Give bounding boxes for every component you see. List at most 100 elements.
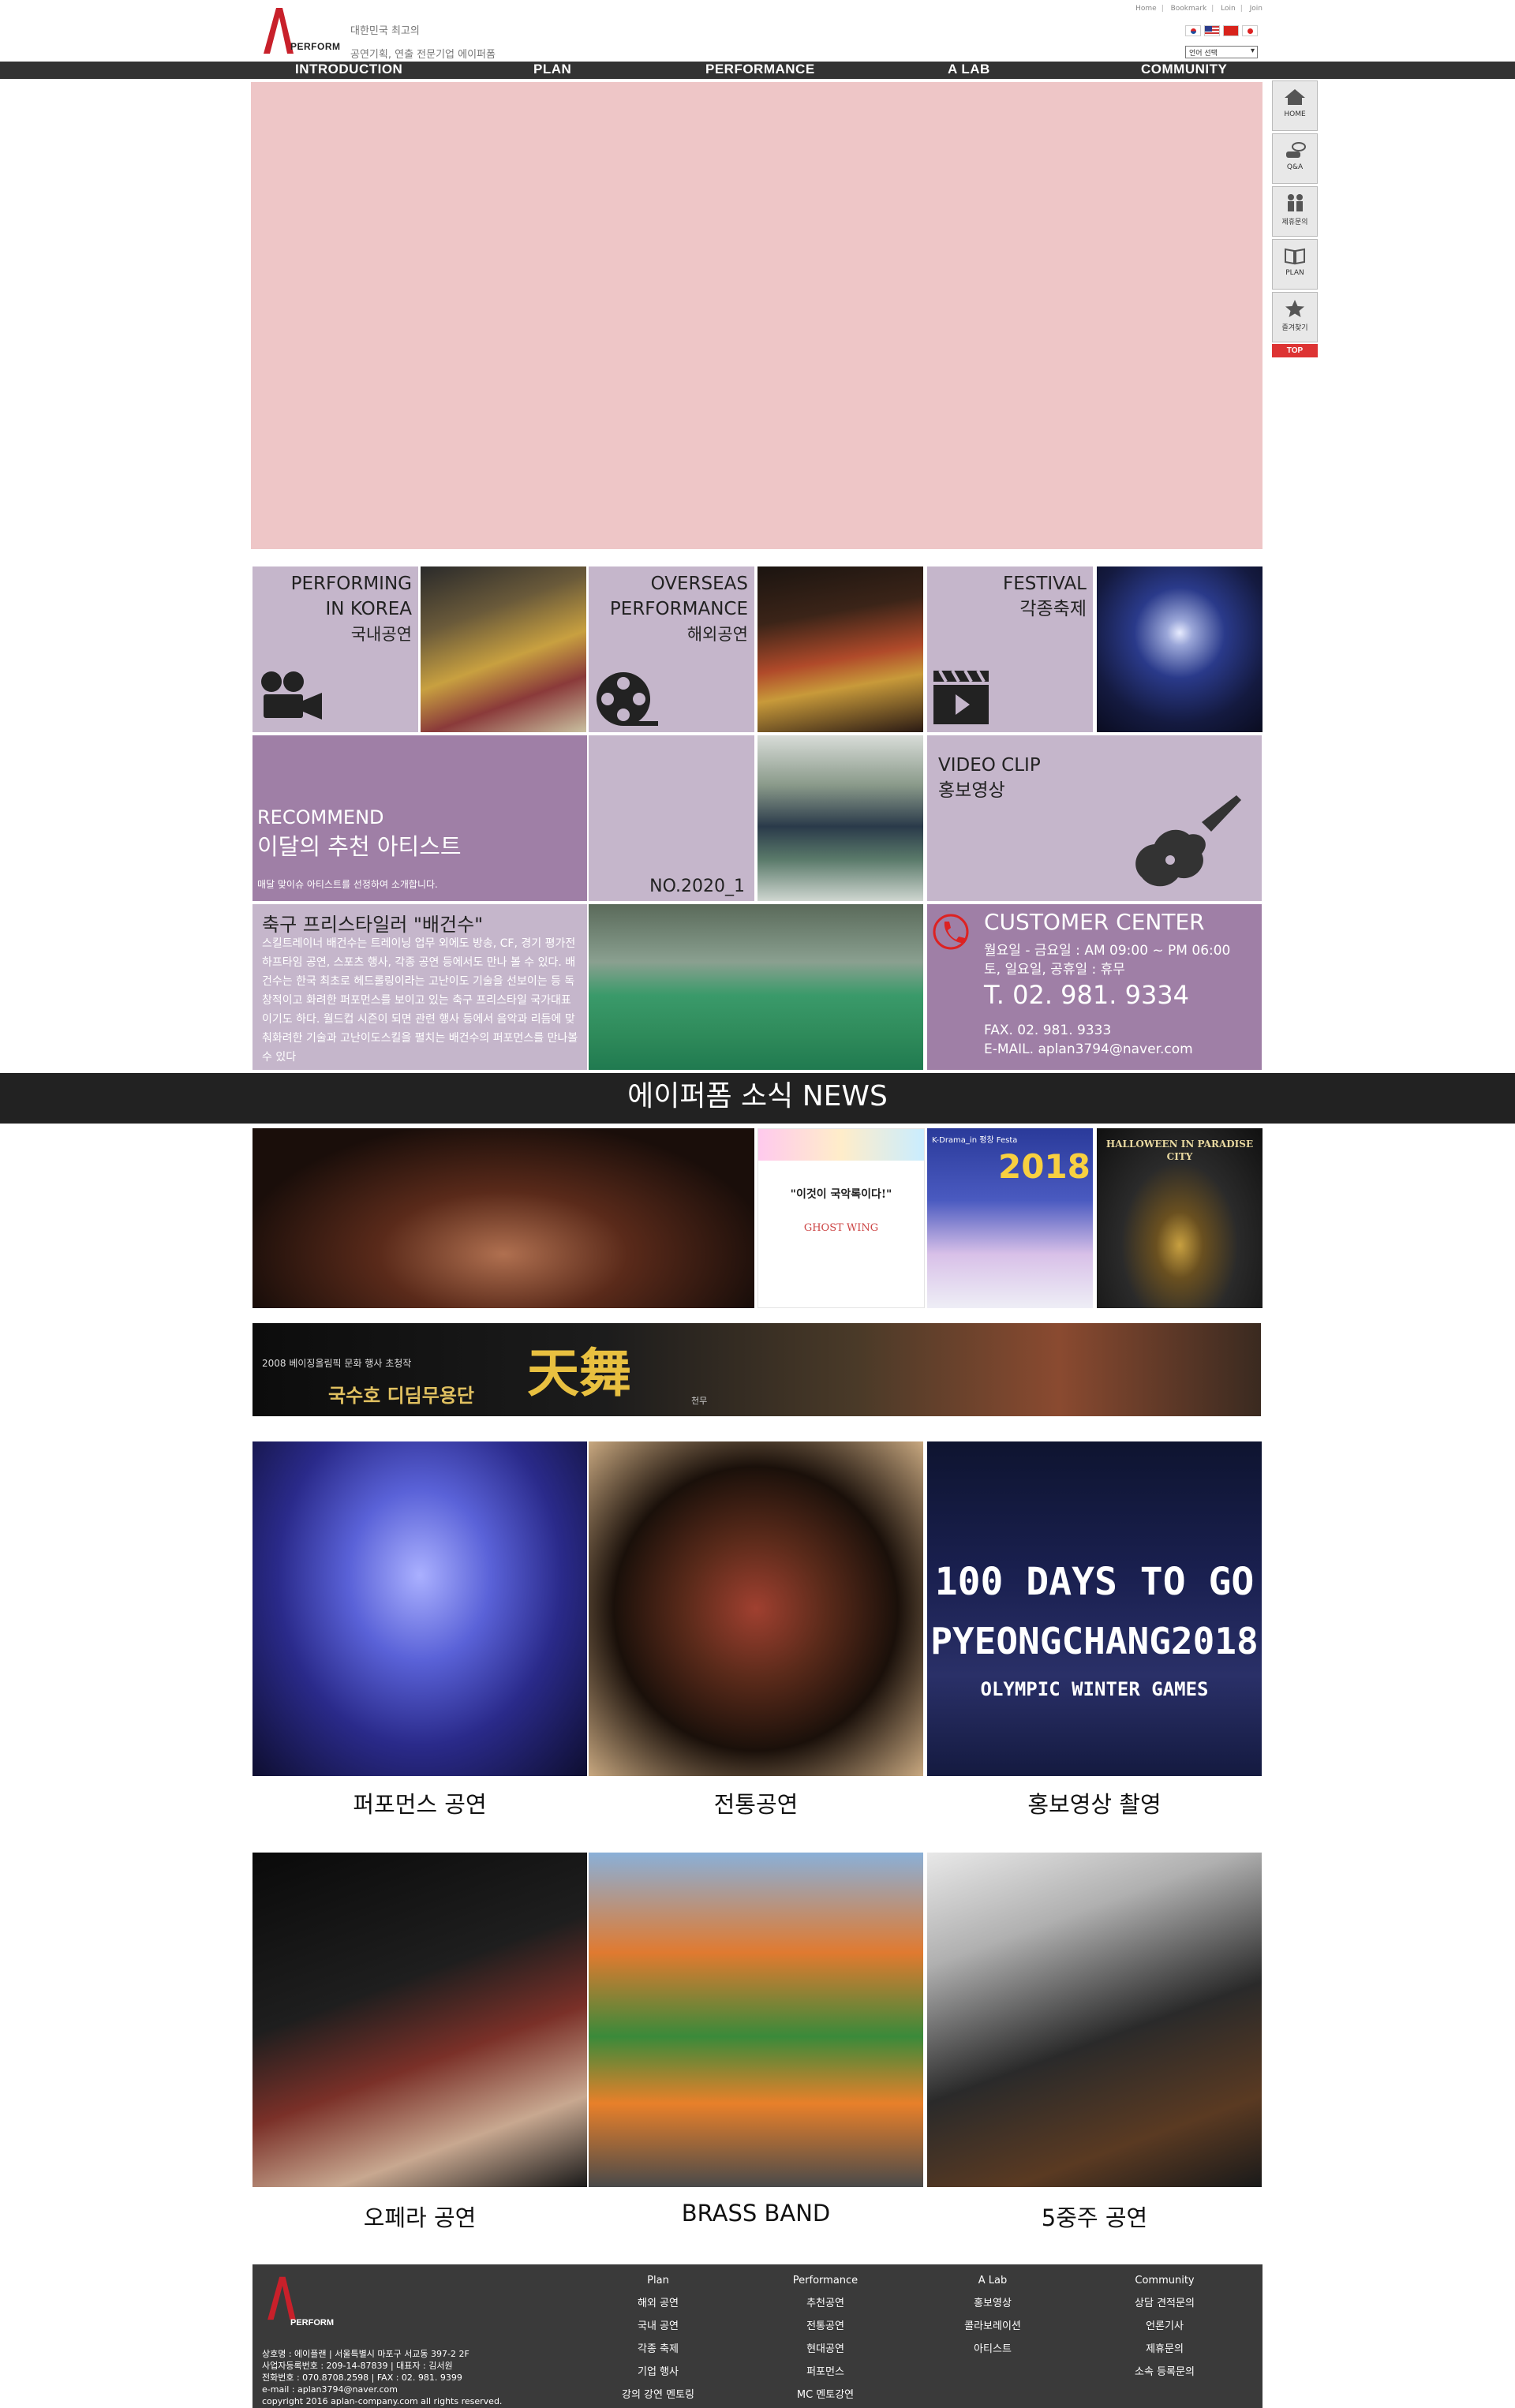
ghost-wing-slogan: "이것이 국악록이다!" bbox=[790, 1188, 892, 1201]
quick-qna-button[interactable]: Q&A bbox=[1272, 133, 1318, 184]
join-link[interactable]: Join bbox=[1250, 5, 1262, 13]
halloween-poster[interactable]: HALLOWEEN IN PARADISE CITY bbox=[1097, 1128, 1262, 1308]
fireworks-photo bbox=[1097, 566, 1262, 732]
footer: PERFORM 상호명 : 에이플랜 | 서울특별시 마포구 서교동 397-2… bbox=[252, 2264, 1262, 2408]
halloween-title: HALLOWEEN IN PARADISE CITY bbox=[1105, 1139, 1254, 1162]
tile-korea-en-1: PERFORMING bbox=[290, 574, 412, 594]
bookmark-link[interactable]: Bookmark bbox=[1171, 5, 1207, 13]
nav-performance[interactable]: PERFORMANCE bbox=[705, 62, 815, 79]
korea-flag-icon[interactable] bbox=[1185, 25, 1201, 36]
footer-link[interactable]: 홍보영상 bbox=[937, 2292, 1048, 2315]
caption-opera[interactable]: 오페라 공연 bbox=[252, 2200, 587, 2233]
scroll-top-button[interactable]: TOP bbox=[1272, 344, 1318, 357]
caption-traditional[interactable]: 전통공연 bbox=[589, 1786, 923, 1819]
book-icon bbox=[1285, 248, 1305, 265]
traditional-show-photo[interactable] bbox=[589, 1441, 923, 1776]
tagline-2: 공연기획, 연출 전문기업 에이퍼폼 bbox=[350, 49, 496, 61]
cheonmu-banner[interactable]: 2008 베이징올림픽 문화 행사 초청작 국수호 디딤무용단 天舞 천무 bbox=[252, 1323, 1261, 1416]
footer-link[interactable]: 아티스트 bbox=[937, 2338, 1048, 2361]
footer-link[interactable]: 소속 등록문의 bbox=[1109, 2361, 1220, 2384]
footer-link[interactable]: 콜라보레이션 bbox=[937, 2315, 1048, 2338]
brass-band-photo[interactable] bbox=[589, 1853, 923, 2187]
korea-performance-photo bbox=[421, 566, 586, 732]
nav-community[interactable]: COMMUNITY bbox=[1141, 62, 1227, 79]
footer-link[interactable]: MC 멘토강연 bbox=[770, 2384, 881, 2406]
china-flag-icon[interactable] bbox=[1223, 25, 1239, 36]
banner-troupe: 국수호 디딤무용단 bbox=[328, 1384, 474, 1407]
footer-link[interactable]: 기업 행사 bbox=[603, 2361, 713, 2384]
chat-icon bbox=[1286, 142, 1306, 158]
tile-overseas-performance[interactable]: OVERSEAS PERFORMANCE 해외공연 bbox=[589, 566, 754, 732]
drum-performance-photo[interactable] bbox=[252, 1128, 754, 1308]
footer-col-head[interactable]: Performance bbox=[770, 2269, 881, 2292]
footer-link[interactable]: 언론기사 bbox=[1109, 2315, 1220, 2338]
video-clapper-icon bbox=[933, 670, 989, 724]
tile-korea-en-2: IN KOREA bbox=[325, 599, 412, 619]
recommend-en: RECOMMEND bbox=[257, 806, 384, 828]
olympic-winter: OLYMPIC WINTER GAMES bbox=[980, 1678, 1209, 1700]
footer-info-line: 전화번호 : 070.8708.2598 | FAX : 02. 981. 93… bbox=[262, 2372, 462, 2383]
tile-festival[interactable]: FESTIVAL 각종축제 bbox=[927, 566, 1093, 732]
footer-link[interactable]: 상담 견적문의 bbox=[1109, 2292, 1220, 2315]
opera-orchestra-photo[interactable] bbox=[252, 1853, 587, 2187]
japan-flag-icon[interactable] bbox=[1242, 25, 1258, 36]
footer-col-head[interactable]: Plan bbox=[603, 2269, 713, 2292]
tile-festival-ko: 각종축제 bbox=[1019, 599, 1087, 619]
quick-partnership-button[interactable]: 제휴문의 bbox=[1272, 186, 1318, 237]
caption-promo-video[interactable]: 홍보영상 촬영 bbox=[927, 1786, 1262, 1819]
usa-flag-icon[interactable] bbox=[1204, 25, 1220, 36]
banner-cheonmu-hanja: 天舞 bbox=[527, 1342, 631, 1404]
nav-plan[interactable]: PLAN bbox=[533, 62, 571, 79]
video-clip-en: VIDEO CLIP bbox=[938, 755, 1041, 776]
footer-link[interactable]: 추천공연 bbox=[770, 2292, 881, 2315]
nav-a-lab[interactable]: A LAB bbox=[948, 62, 990, 79]
pyeongchang-video-photo[interactable]: 100 DAYS TO GO PYEONGCHANG2018 OLYMPIC W… bbox=[927, 1441, 1262, 1776]
tile-recommend[interactable]: RECOMMEND 이달의 추천 아티스트 매달 맞이슈 아티스트를 선정하여 … bbox=[252, 735, 587, 901]
language-select[interactable]: 언어 선택 bbox=[1185, 46, 1258, 58]
footer-col-head[interactable]: A Lab bbox=[937, 2269, 1048, 2292]
quick-home-button[interactable]: HOME bbox=[1272, 80, 1318, 131]
tile-performing-korea[interactable]: PERFORMING IN KOREA 국내공연 bbox=[252, 566, 418, 732]
footer-link[interactable]: 현대공연 bbox=[770, 2338, 881, 2361]
footer-col-head[interactable]: Community bbox=[1109, 2269, 1220, 2292]
caption-performance[interactable]: 퍼포먼스 공연 bbox=[252, 1786, 587, 1819]
recommend-ko: 이달의 추천 아티스트 bbox=[257, 833, 462, 860]
footer-link[interactable]: 국내 공연 bbox=[603, 2315, 713, 2338]
footer-link[interactable]: 각종 축제 bbox=[603, 2338, 713, 2361]
nav-introduction[interactable]: INTRODUCTION bbox=[295, 62, 402, 79]
customer-tel: T. 02. 981. 9334 bbox=[984, 980, 1190, 1010]
k-drama-year: 2018 bbox=[998, 1147, 1090, 1186]
header: PERFORM 대한민국 최고의 공연기획, 연출 전문기업 에이퍼폼 Home… bbox=[252, 0, 1262, 62]
footer-link[interactable]: 강의 강연 멘토링 bbox=[603, 2384, 713, 2406]
banner-invite: 2008 베이징올림픽 문화 행사 초청작 bbox=[262, 1358, 412, 1369]
tile-artist-profile: 축구 프리스타일러 "배건수" 스킬트레이너 배건수는 트레이닝 업무 외에도 … bbox=[252, 904, 587, 1070]
film-reel-icon bbox=[597, 672, 658, 726]
caption-quintet[interactable]: 5중주 공연 bbox=[927, 2200, 1262, 2233]
logo-text[interactable]: PERFORM bbox=[290, 41, 341, 52]
footer-link[interactable]: 전통공연 bbox=[770, 2315, 881, 2338]
footer-col-performance: Performance 추천공연 전통공연 현대공연 퍼포먼스 MC 멘토강연 bbox=[770, 2269, 881, 2406]
olympic-pyeongchang: PYEONGCHANG2018 bbox=[930, 1620, 1259, 1662]
footer-link[interactable]: 퍼포먼스 bbox=[770, 2361, 881, 2384]
tile-artist-number: NO.2020_1 bbox=[589, 735, 754, 901]
footer-col-a-lab: A Lab 홍보영상 콜라보레이션 아티스트 bbox=[937, 2269, 1048, 2361]
login-link[interactable]: Loin bbox=[1221, 5, 1236, 13]
tagline-1: 대한민국 최고의 bbox=[350, 25, 420, 37]
footer-col-plan: Plan 해외 공연 국내 공연 각종 축제 기업 행사 강의 강연 멘토링 bbox=[603, 2269, 713, 2406]
quick-plan-button[interactable]: PLAN bbox=[1272, 239, 1318, 290]
footer-logo-text: PERFORM bbox=[290, 2318, 334, 2328]
footer-link[interactable]: 해외 공연 bbox=[603, 2292, 713, 2315]
performance-show-photo[interactable] bbox=[252, 1441, 587, 1776]
language-flags bbox=[1185, 25, 1258, 36]
footer-link[interactable]: 제휴문의 bbox=[1109, 2338, 1220, 2361]
caption-brass-band[interactable]: BRASS BAND bbox=[589, 2200, 923, 2227]
home-link[interactable]: Home bbox=[1135, 5, 1157, 13]
quick-favorite-button[interactable]: 즐겨찾기 bbox=[1272, 292, 1318, 342]
quintet-photo[interactable] bbox=[927, 1853, 1262, 2187]
tile-video-clip[interactable]: VIDEO CLIP 홍보영상 bbox=[927, 735, 1262, 901]
k-drama-festa-poster[interactable]: K-Drama_in 평창 Festa 2018 bbox=[927, 1128, 1093, 1308]
tile-customer-center: CUSTOMER CENTER 월요일 - 금요일 : AM 09:00 ~ P… bbox=[927, 904, 1262, 1070]
ghost-wing-poster[interactable]: "이것이 국악록이다!" GHOST WING bbox=[758, 1128, 925, 1308]
guitar-icon bbox=[1135, 795, 1241, 887]
artist-body: 스킬트레이너 배건수는 트레이닝 업무 외에도 방송, CF, 경기 평가전 하… bbox=[262, 937, 578, 1064]
